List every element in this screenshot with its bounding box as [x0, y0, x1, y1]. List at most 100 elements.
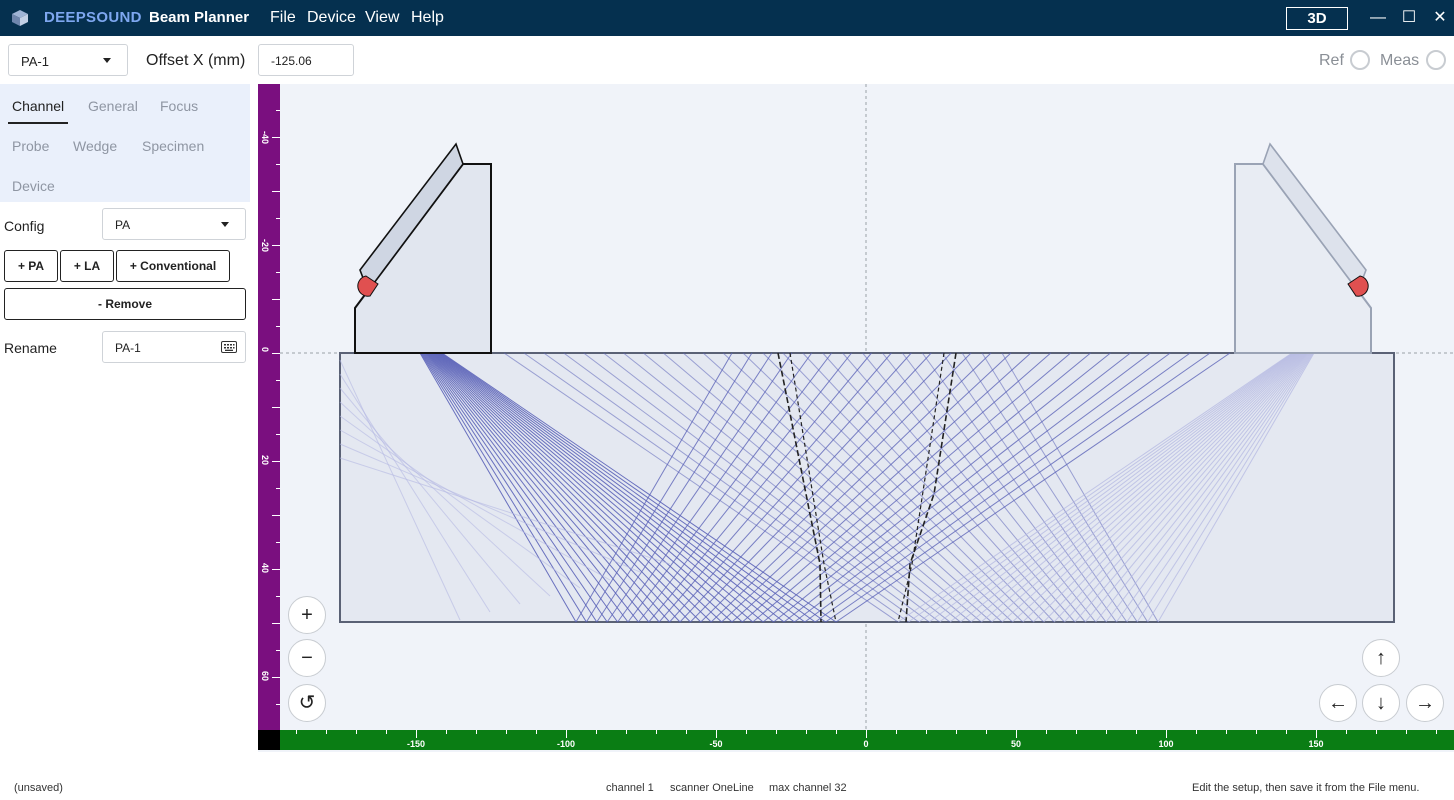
- h-ruler-label: 50: [1010, 739, 1022, 749]
- ruler-tick: [276, 380, 280, 381]
- ruler-tick: [836, 730, 837, 734]
- pan-right-button[interactable]: →: [1406, 684, 1444, 722]
- ruler-tick: [986, 730, 987, 734]
- status-bar: (unsaved) channel 1 scanner OneLine max …: [0, 776, 1454, 800]
- status-channel: channel 1: [606, 782, 654, 794]
- ruler-tick: [276, 596, 280, 597]
- brand-name: DEEPSOUND: [44, 9, 142, 26]
- ruler-tick: [1136, 730, 1137, 734]
- ruler-tick: [416, 730, 417, 738]
- minimize-icon[interactable]: —: [1366, 6, 1390, 30]
- menu-device[interactable]: Device: [307, 9, 356, 27]
- menu-help[interactable]: Help: [411, 9, 444, 27]
- ruler-tick: [272, 191, 280, 192]
- remove-button[interactable]: - Remove: [4, 288, 246, 320]
- v-ruler-label: 40: [260, 563, 270, 574]
- menu-view[interactable]: View: [365, 9, 399, 27]
- ref-radio[interactable]: [1350, 50, 1370, 70]
- ruler-tick: [326, 730, 327, 734]
- save-state: (unsaved): [14, 782, 63, 794]
- ruler-tick: [276, 218, 280, 219]
- ruler-tick: [276, 434, 280, 435]
- ruler-tick: [476, 730, 477, 734]
- ruler-tick: [806, 730, 807, 734]
- ruler-tick: [1226, 730, 1227, 734]
- add-la-button[interactable]: + LA: [60, 250, 114, 282]
- pan-down-button[interactable]: ↓: [1362, 684, 1400, 722]
- ruler-tick: [566, 730, 567, 738]
- status-scanner: scanner OneLine: [670, 782, 754, 794]
- rename-label: Rename: [4, 340, 57, 356]
- v-ruler-label: -40: [260, 131, 270, 145]
- tab-general[interactable]: General: [88, 98, 138, 114]
- ruler-tick: [1016, 730, 1017, 738]
- ruler-tick: [272, 677, 280, 678]
- beam-canvas[interactable]: -40 -20 0 20 40 60 -150 -100 -50 0 50 100 150 + − ↺…: [258, 84, 1454, 752]
- add-pa-button[interactable]: + PA: [4, 250, 58, 282]
- ref-label: Ref: [1319, 52, 1344, 69]
- keyboard-icon[interactable]: [221, 340, 237, 354]
- ruler-tick: [296, 730, 297, 734]
- zoom-in-button[interactable]: +: [288, 596, 326, 634]
- ruler-tick: [596, 730, 597, 734]
- ruler-tick: [446, 730, 447, 734]
- pan-up-button[interactable]: ↑: [1362, 639, 1400, 677]
- channel-select[interactable]: PA-1: [8, 44, 128, 76]
- ruler-tick: [626, 730, 627, 734]
- tab-probe[interactable]: Probe: [12, 138, 49, 154]
- h-ruler-label: 100: [1158, 739, 1174, 749]
- status-hint: Edit the setup, then save it from the Fi…: [1192, 782, 1420, 794]
- close-icon[interactable]: ✕: [1428, 6, 1452, 30]
- v-ruler-label: 60: [260, 671, 270, 682]
- vertical-ruler: -40 -20 0 20 40 60: [258, 84, 280, 730]
- config-select[interactable]: PA: [102, 208, 246, 240]
- ruler-tick: [1106, 730, 1107, 734]
- rename-input[interactable]: PA-1: [102, 331, 246, 363]
- ruler-tick: [956, 730, 957, 734]
- ruler-tick: [272, 623, 280, 624]
- active-tab-indicator: [8, 122, 68, 124]
- ruler-tick: [686, 730, 687, 734]
- h-ruler-label: -150: [406, 739, 426, 749]
- tab-specimen[interactable]: Specimen: [142, 138, 204, 154]
- ruler-tick: [536, 730, 537, 734]
- ruler-tick: [272, 245, 280, 246]
- tab-wedge[interactable]: Wedge: [73, 138, 117, 154]
- ruler-tick: [272, 569, 280, 570]
- ruler-tick: [272, 461, 280, 462]
- ruler-tick: [896, 730, 897, 734]
- ruler-tick: [272, 407, 280, 408]
- ruler-tick: [1286, 730, 1287, 734]
- ruler-corner: [258, 730, 280, 750]
- settings-tabs: Channel General Focus Probe Wedge Specim…: [0, 84, 250, 202]
- ruler-tick: [272, 515, 280, 516]
- ruler-tick: [746, 730, 747, 734]
- ruler-tick: [386, 730, 387, 734]
- maximize-icon[interactable]: ☐: [1397, 6, 1421, 30]
- ruler-tick: [1196, 730, 1197, 734]
- pan-left-button[interactable]: ←: [1319, 684, 1357, 722]
- offset-x-input[interactable]: -125.06: [258, 44, 354, 76]
- h-ruler-label: -50: [709, 739, 723, 749]
- 3d-view-button[interactable]: 3D: [1286, 7, 1348, 30]
- zoom-out-button[interactable]: −: [288, 639, 326, 677]
- ruler-tick: [926, 730, 927, 734]
- channel-select-value: PA-1: [21, 54, 49, 69]
- ruler-tick: [272, 299, 280, 300]
- ruler-tick: [1256, 730, 1257, 734]
- meas-radio[interactable]: [1426, 50, 1446, 70]
- reset-view-button[interactable]: ↺: [288, 684, 326, 722]
- beam-scene[interactable]: [258, 84, 1454, 730]
- add-conventional-button[interactable]: + Conventional: [116, 250, 230, 282]
- ruler-tick: [716, 730, 717, 738]
- v-ruler-label: -20: [260, 239, 270, 253]
- tab-focus[interactable]: Focus: [160, 98, 198, 114]
- ruler-tick: [272, 353, 280, 354]
- ruler-tick: [506, 730, 507, 734]
- tab-channel[interactable]: Channel: [12, 98, 64, 114]
- ruler-tick: [276, 164, 280, 165]
- ruler-tick: [776, 730, 777, 734]
- v-ruler-label: 0: [260, 347, 270, 353]
- tab-device[interactable]: Device: [12, 178, 55, 194]
- menu-file[interactable]: File: [270, 9, 296, 27]
